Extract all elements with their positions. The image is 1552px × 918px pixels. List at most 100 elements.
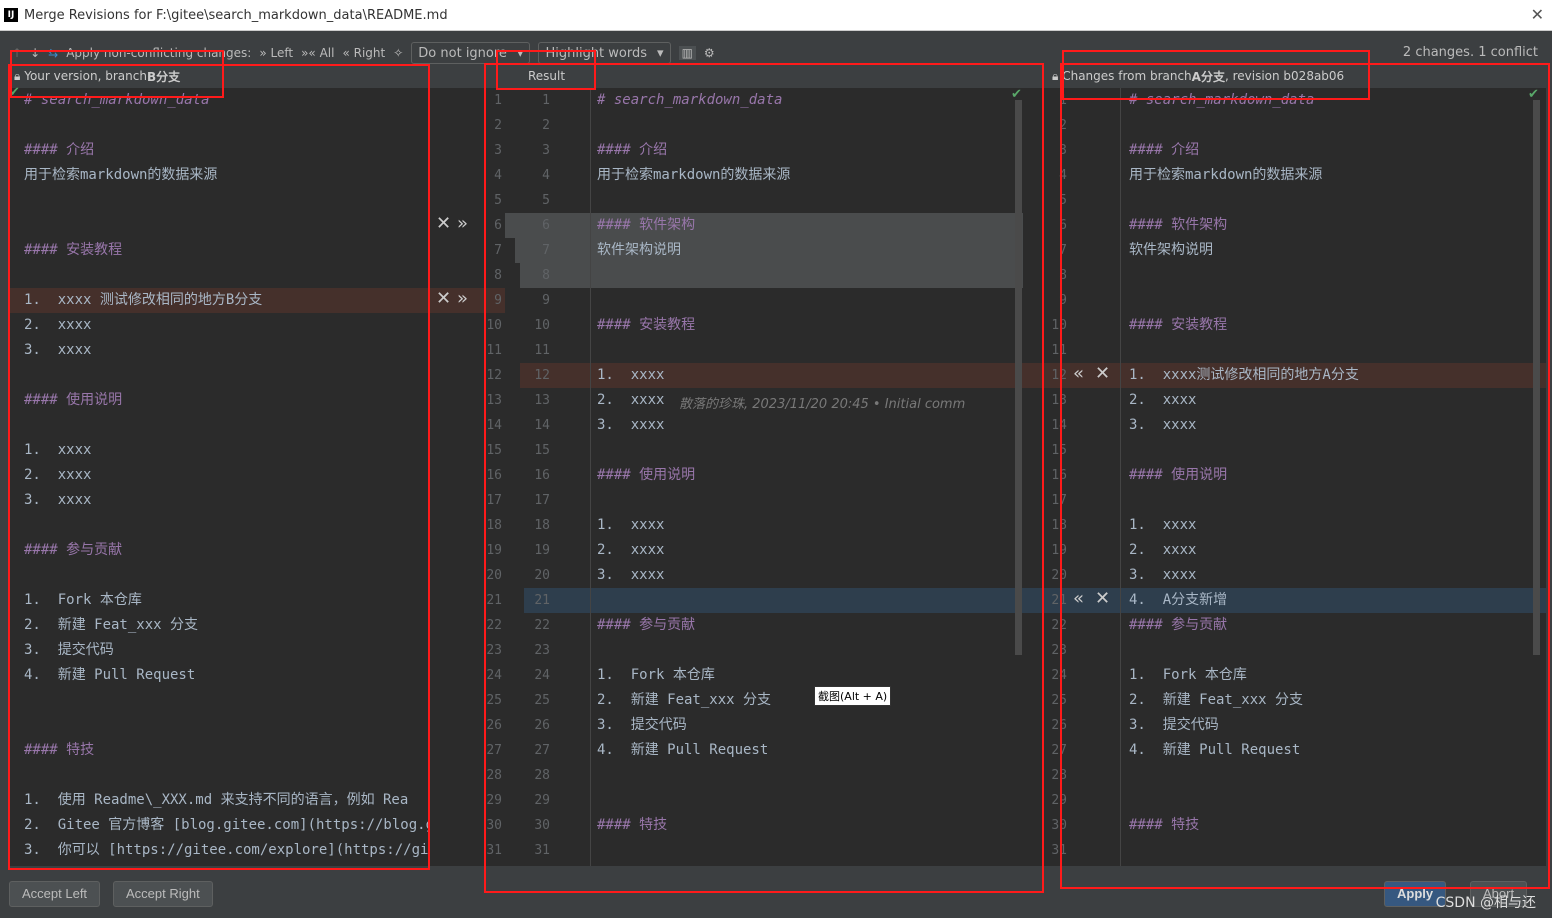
line-number: 15 [486,443,502,458]
code-line: 2. xxxx [1129,542,1197,558]
result-scrollbar[interactable] [1015,100,1022,655]
apply-change-left-icon[interactable]: « [1073,588,1088,609]
line-number: 22 [534,618,550,633]
left-editor[interactable]: # search_markdown_data #### 介绍 用于检索markdow… [8,88,430,866]
result-header-text: Result [528,69,566,83]
sync-scroll-icon[interactable]: ▥ [678,46,696,60]
code-line: 2. Gitee 官方博客 [blog.gitee.com](https://b… [24,817,430,833]
title-bar: IJ Merge Revisions for F:\gitee\search_m… [0,0,1552,31]
line-number: 30 [1051,818,1067,833]
code-line: 软件架构说明 [1129,242,1213,258]
intellij-logo-icon: IJ [4,8,18,22]
line-number: 15 [534,443,550,458]
line-number: 29 [1051,793,1067,808]
ignore-change-icon[interactable]: ✕ [436,288,455,309]
chevrons-left-icon: « [342,46,354,60]
ignore-change-icon[interactable]: ✕ [1095,363,1114,384]
line-number: 11 [486,343,502,358]
screenshot-tooltip: 截图(Alt + A) [814,686,892,706]
right-header-branch: A分支 [1191,69,1225,84]
right-scrollbar[interactable] [1533,100,1540,655]
apply-change-left-icon[interactable]: « [1073,363,1088,384]
apply-right-button[interactable]: « Right [342,46,385,60]
line-number: 12 [534,368,550,383]
left-header-branch: B分支 [146,69,181,84]
line-number: 5 [494,193,502,208]
line-number: 27 [1051,743,1067,758]
prev-change-icon[interactable]: ↑ [12,46,22,60]
line-number: 8 [542,268,550,283]
line-number: 2 [1059,118,1067,133]
accept-right-button[interactable]: Accept Right [113,881,213,907]
code-line: #### 介绍 [597,142,668,158]
line-number: 2 [542,118,550,133]
line-number: 2 [494,118,502,133]
code-line: #### 安装教程 [597,317,696,333]
code-line: 3. 提交代码 [24,642,114,658]
line-number: 20 [1051,568,1067,583]
apply-left-label: Left [270,46,294,60]
next-change-icon[interactable]: ↓ [30,46,40,60]
apply-change-right-icon[interactable]: » [457,213,472,234]
line-number: 19 [1051,543,1067,558]
left-header-text: Your version, branch [24,69,147,83]
code-line: #### 软件架构 [1129,217,1228,233]
ignore-change-icon[interactable]: ✕ [436,213,455,234]
line-number: 28 [534,768,550,783]
code-line: # search_markdown_data [24,92,210,108]
line-number: 18 [534,518,550,533]
apply-all-button[interactable]: »« All [301,46,334,60]
ignore-whitespace-select[interactable]: Do not ignore ▾ [411,42,531,64]
line-number: 25 [1051,693,1067,708]
result-right-gutter: 1 2 3 4 5 6 7 8 9 10 11 12 13 14 15 16 17 18 19 20 21 22 23 24 2… [1023,88,1120,866]
line-number: 13 [1051,393,1067,408]
accept-left-button[interactable]: Accept Left [9,881,101,907]
line-number: 16 [486,468,502,483]
line-number: 13 [534,393,550,408]
code-line: 2. 新建 Feat_xxx 分支 [24,617,199,633]
right-editor[interactable]: # search_markdown_data #### 介绍 用于检索markdow… [1120,88,1546,866]
apply-left-button[interactable]: » Left [259,46,293,60]
line-number: 12 [486,368,502,383]
apply-change-right-icon[interactable]: » [457,288,472,309]
apply-right-label: Right [353,46,386,60]
code-line: 3. xxxx [597,567,665,583]
line-number: 20 [534,568,550,583]
ignore-change-icon[interactable]: ✕ [1095,588,1114,609]
code-line: 用于检索markdown的数据来源 [597,167,791,183]
line-number: 28 [486,768,502,783]
result-editor[interactable]: # search_markdown_data #### 介绍 用于检索markdow… [590,88,1023,866]
swap-sides-icon[interactable]: ⇆ [48,46,58,60]
line-number: 10 [534,318,550,333]
highlight-select[interactable]: Highlight words ▾ [538,42,671,64]
gear-icon[interactable]: ⚙ [704,46,715,60]
code-line: 1. xxxx [591,363,1023,388]
code-line: 1. Fork 本仓库 [1129,667,1247,683]
magic-resolve-icon[interactable]: ✧ [393,46,403,60]
close-icon[interactable]: ✕ [1531,5,1544,24]
line-number: 16 [1051,468,1067,483]
line-number: 6 [494,218,502,233]
code-line: 4. 新建 Pull Request [1129,742,1301,758]
line-number: 19 [486,543,502,558]
line-number: 9 [542,293,550,308]
code-line: 用于检索markdown的数据来源 [24,167,218,183]
code-line: #### 特技 [597,817,668,833]
apply-all-label: All [319,46,335,60]
line-number: 17 [1051,493,1067,508]
line-number: 9 [1059,293,1067,308]
line-number: 1 [494,93,502,108]
line-number: 11 [1051,343,1067,358]
csdn-watermark: CSDN @相与还 [1435,895,1536,911]
line-number: 23 [1051,643,1067,658]
left-pane-header: 🔒︎ Your version, branch B分支 [8,66,430,86]
